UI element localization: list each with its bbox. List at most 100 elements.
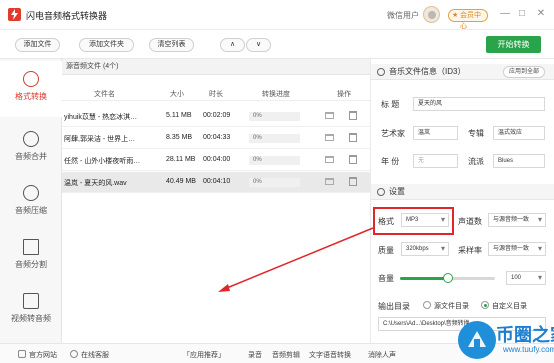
genre-field[interactable]: Blues — [493, 154, 545, 168]
convert-progress: 0% — [249, 112, 300, 121]
id3-section-title: 音乐文件信息（ID3） — [389, 67, 466, 76]
output-source-radio[interactable] — [423, 301, 431, 309]
add-folder-button[interactable]: 添加文件夹 — [79, 38, 134, 52]
sidebar-item-format-convert[interactable]: 格式转换 — [0, 61, 62, 117]
trash-icon[interactable] — [349, 133, 357, 142]
album-field[interactable]: 温式效应 — [493, 126, 545, 140]
id3-section-header: 音乐文件信息（ID3） 应用到全部 — [371, 64, 554, 80]
title-field[interactable]: 夏天的风 — [413, 97, 545, 111]
folder-icon[interactable] — [325, 156, 334, 163]
sidebar-item-label: 音频压缩 — [15, 206, 47, 215]
volume-label: 音量 — [378, 274, 394, 283]
volume-input[interactable]: 100 — [506, 271, 546, 285]
file-list-panel: 源音频文件 (4个) 文件名 大小 时长 转换进度 操作 yihuik苡慧 - … — [62, 59, 370, 343]
sidebar-item-video-to-audio[interactable]: 视频转音频 — [0, 283, 62, 339]
year-field[interactable]: 无 — [413, 154, 458, 168]
footer-link-vocal-remove[interactable]: 消除人声 — [368, 350, 396, 360]
clear-list-button[interactable]: 清空列表 — [149, 38, 194, 52]
samplerate-label: 采样率 — [458, 246, 482, 255]
refresh-icon — [23, 71, 39, 87]
trash-icon[interactable] — [349, 111, 357, 120]
folder-icon[interactable] — [325, 134, 334, 141]
table-row[interactable]: 任然 - 山外小楼夜听雨… 28.11 MB 00:04:00 0% — [62, 150, 370, 171]
title-label: 标 题 — [381, 100, 400, 109]
artist-label: 艺术家 — [381, 129, 405, 138]
table-row[interactable]: yihuik苡慧 - 热恋冰淇… 5.11 MB 00:02:09 0% — [62, 106, 370, 127]
trash-icon[interactable] — [349, 155, 357, 164]
play-icon — [23, 293, 39, 309]
official-website-link[interactable]: 官方网站 — [18, 350, 57, 360]
gear-icon — [377, 188, 385, 196]
footer-link-record[interactable]: 录音 — [248, 350, 262, 360]
watermark-url: www.tuufy.com — [503, 345, 554, 354]
footer-link-audio-edit[interactable]: 音频剪辑 — [272, 350, 300, 360]
online-service-link[interactable]: 在线客服 — [70, 350, 109, 360]
column-header: 转换进度 — [262, 91, 290, 98]
add-file-button[interactable]: 添加文件 — [15, 38, 60, 52]
sidebar-item-label: 格式转换 — [15, 92, 47, 101]
quality-select[interactable]: 320kbps — [401, 242, 449, 256]
output-custom-label: 自定义目录 — [492, 303, 527, 310]
merge-icon — [23, 131, 39, 147]
volume-slider-handle[interactable] — [442, 273, 453, 283]
sidebar-item-label: 视频转音频 — [11, 314, 51, 323]
settings-section-header: 设置 — [371, 184, 554, 200]
sidebar-item-label: 音频合并 — [15, 152, 47, 161]
file-size: 28.11 MB — [166, 156, 196, 163]
channel-label: 声道数 — [458, 217, 482, 226]
maximize-icon[interactable]: □ — [516, 8, 528, 20]
column-header: 操作 — [337, 91, 351, 98]
home-icon — [18, 350, 26, 358]
samplerate-select[interactable]: 与源音频一致 — [488, 242, 546, 256]
app-title: 闪电音频格式转换器 — [26, 11, 108, 21]
file-duration: 00:02:09 — [203, 112, 231, 119]
channel-select[interactable]: 与源音频一致 — [488, 213, 546, 227]
music-note-icon — [23, 185, 39, 201]
gear-icon — [377, 68, 385, 76]
convert-progress: 0% — [249, 156, 300, 165]
folder-icon[interactable] — [325, 178, 334, 185]
user-name[interactable]: 微信用户 — [387, 10, 419, 21]
title-bar: 闪电音频格式转换器 微信用户 会员中心 — □ ✕ — [0, 0, 554, 30]
minimize-icon[interactable]: — — [499, 8, 511, 20]
sidebar: 格式转换 音频合并 音频压缩 音频分割 视频转音频 — [0, 59, 62, 343]
format-highlight-box — [373, 207, 454, 235]
output-source-label: 源文件目录 — [434, 303, 469, 310]
settings-panel: 音乐文件信息（ID3） 应用到全部 标 题 夏天的风 艺术家 温岚 专辑 温式效… — [370, 59, 554, 343]
footer-link-tts[interactable]: 文字语音转换 — [309, 350, 351, 360]
official-website-label: 官方网站 — [29, 352, 57, 359]
folder-icon[interactable] — [325, 112, 334, 119]
sidebar-item-split[interactable]: 音频分割 — [0, 229, 62, 285]
sidebar-item-merge[interactable]: 音频合并 — [0, 121, 62, 177]
convert-progress: 0% — [249, 134, 300, 143]
table-row[interactable]: 温岚 - 夏天的风.wav 40.49 MB 00:04:10 0% — [62, 172, 370, 193]
file-name: 任然 - 山外小楼夜听雨… — [64, 158, 141, 165]
quality-label: 质量 — [378, 246, 394, 255]
artist-field[interactable]: 温岚 — [413, 126, 458, 140]
split-icon — [23, 239, 39, 255]
volume-slider-fill — [400, 277, 448, 280]
app-logo-icon — [8, 8, 21, 21]
trash-icon[interactable] — [349, 177, 357, 186]
member-center-button[interactable]: 会员中心 — [448, 9, 488, 30]
avatar[interactable] — [423, 6, 440, 23]
column-header: 时长 — [209, 91, 223, 98]
convert-progress: 0% — [249, 178, 300, 187]
output-label: 输出目录 — [378, 302, 410, 311]
apply-all-button[interactable]: 应用到全部 — [503, 66, 545, 78]
sidebar-item-compress[interactable]: 音频压缩 — [0, 175, 62, 231]
close-icon[interactable]: ✕ — [535, 8, 547, 20]
watermark-title: 币圈之家 — [496, 325, 554, 345]
file-name: 阿肆,郭采洁 - 世界上… — [64, 136, 136, 143]
column-header: 大小 — [170, 91, 184, 98]
move-up-button[interactable]: ∧ — [220, 38, 245, 52]
move-down-button[interactable]: ∨ — [246, 38, 271, 52]
sidebar-item-label: 音频分割 — [15, 260, 47, 269]
start-convert-button[interactable]: 开始转换 — [486, 36, 541, 53]
table-row[interactable]: 阿肆,郭采洁 - 世界上… 8.35 MB 00:04:33 0% — [62, 128, 370, 149]
toolbar: 添加文件 添加文件夹 清空列表 ∧ ∨ — [0, 31, 554, 59]
file-size: 5.11 MB — [166, 112, 192, 119]
output-custom-radio[interactable] — [481, 301, 489, 309]
year-label: 年 份 — [381, 157, 400, 166]
file-name: 温岚 - 夏天的风.wav — [64, 180, 127, 187]
